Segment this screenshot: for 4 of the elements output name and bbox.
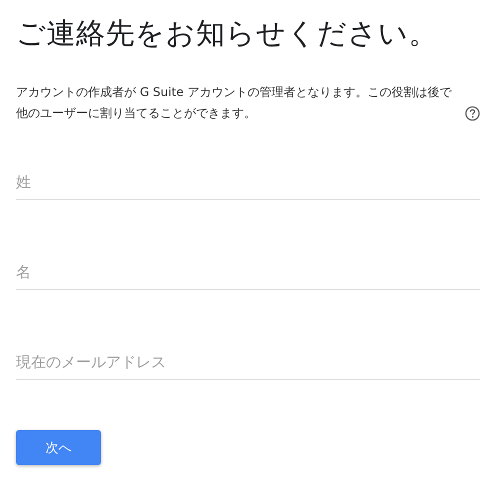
help-icon[interactable] [465, 106, 480, 121]
page-title: ご連絡先をお知らせください。 [16, 15, 439, 52]
next-button[interactable]: 次へ [16, 430, 101, 465]
description-text: アカウントの作成者が G Suite アカウントの管理者となります。この役割は後で他のユーザーに割り当てることができます。 [16, 84, 453, 122]
